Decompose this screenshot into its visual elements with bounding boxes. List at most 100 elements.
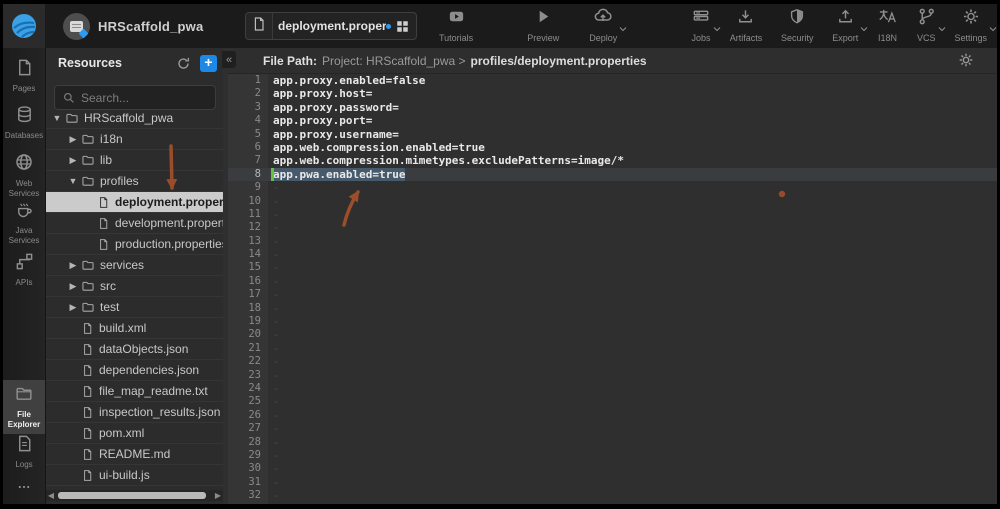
grid-icon[interactable]	[395, 19, 410, 34]
code-line-8[interactable]: app.pwa.enabled=true	[268, 168, 997, 181]
code-line-9[interactable]	[268, 181, 997, 194]
chevron-down-icon[interactable]	[988, 21, 997, 39]
tree-file-README.md[interactable]: README.md	[46, 444, 223, 465]
caret-right-icon[interactable]: ▶	[68, 281, 78, 292]
code-line-16[interactable]	[268, 275, 997, 288]
rail-item-pages[interactable]: Pages	[3, 56, 45, 94]
caret-down-icon[interactable]: ▼	[68, 176, 78, 186]
chevron-down-icon[interactable]	[618, 21, 628, 39]
code-line-28[interactable]	[268, 436, 997, 449]
code-line-18[interactable]	[268, 302, 997, 315]
security-button[interactable]: Security	[781, 9, 814, 43]
code-line-4[interactable]: app.proxy.port=	[268, 114, 997, 127]
code-line-19[interactable]	[268, 315, 997, 328]
rail-item-web-services[interactable]: Web Services	[3, 150, 45, 199]
tutorials-button[interactable]: Tutorials	[439, 9, 473, 43]
tree-file-production.properties[interactable]: production.properties	[46, 234, 223, 255]
code-line-21[interactable]	[268, 342, 997, 355]
tree-folder-HRScaffold_pwa[interactable]: ▼HRScaffold_pwa	[46, 108, 223, 129]
tree-folder-test[interactable]: ▶test	[46, 297, 223, 318]
code-line-24[interactable]	[268, 382, 997, 395]
open-file-tab[interactable]: deployment.propert...	[245, 12, 417, 40]
code-line-23[interactable]	[268, 369, 997, 382]
tree-file-inspection_results.json[interactable]: inspection_results.json	[46, 402, 223, 423]
code-line-12[interactable]	[268, 221, 997, 234]
tree-folder-services[interactable]: ▶services	[46, 255, 223, 276]
search-input[interactable]	[81, 91, 201, 105]
tree-file-file_map_readme.txt[interactable]: file_map_readme.txt	[46, 381, 223, 402]
code-line-26[interactable]	[268, 409, 997, 422]
file-icon	[97, 238, 110, 251]
code-line-13[interactable]	[268, 235, 997, 248]
code-line-22[interactable]	[268, 355, 997, 368]
scroll-left-arrow[interactable]: ◀	[46, 491, 56, 500]
rail-item-databases[interactable]: Databases	[3, 103, 45, 141]
caret-down-icon[interactable]: ▼	[52, 113, 62, 123]
code-line-20[interactable]	[268, 328, 997, 341]
preview-button[interactable]: Preview	[527, 9, 559, 43]
tree-folder-profiles[interactable]: ▼profiles	[46, 171, 223, 192]
tree-folder-lib[interactable]: ▶lib	[46, 150, 223, 171]
add-resource-button[interactable]: +	[200, 55, 217, 72]
caret-right-icon[interactable]: ▶	[68, 302, 78, 313]
project-name: HRScaffold_pwa	[98, 19, 203, 34]
code-line-14[interactable]	[268, 248, 997, 261]
caret-right-icon[interactable]: ▶	[68, 134, 78, 145]
code-lines[interactable]: app.proxy.enabled=falseapp.proxy.host=ap…	[268, 74, 997, 504]
chevron-down-icon[interactable]	[712, 21, 722, 39]
code-line-31[interactable]	[268, 476, 997, 489]
artifacts-button[interactable]: Artifacts	[730, 9, 763, 43]
tree-file-dataObjects.json[interactable]: dataObjects.json	[46, 339, 223, 360]
rail-item-more[interactable]	[3, 478, 45, 499]
code-editor[interactable]: 1234567891011121314151617181920212223242…	[228, 74, 997, 504]
tree-file-pom.xml[interactable]: pom.xml	[46, 423, 223, 444]
code-line-32[interactable]	[268, 489, 997, 502]
editor-settings-button[interactable]	[957, 51, 975, 72]
project-switcher[interactable]: HRScaffold_pwa	[63, 4, 203, 48]
code-line-3[interactable]: app.proxy.password=	[268, 101, 997, 114]
line-number: 8	[228, 168, 268, 181]
rail-item-java-services[interactable]: Java Services	[3, 198, 45, 246]
tree-file-dependencies.json[interactable]: dependencies.json	[46, 360, 223, 381]
code-line-1[interactable]: app.proxy.enabled=false	[268, 74, 997, 87]
code-line-7[interactable]: app.web.compression.mimetypes.excludePat…	[268, 154, 997, 167]
caret-right-icon[interactable]: ▶	[68, 155, 78, 166]
code-line-27[interactable]	[268, 422, 997, 435]
code-line-17[interactable]	[268, 288, 997, 301]
tree-file-ui-build.js[interactable]: ui-build.js	[46, 465, 223, 486]
code-line-10[interactable]	[268, 195, 997, 208]
folder-icon	[65, 111, 79, 125]
tree-folder-i18n[interactable]: ▶i18n	[46, 129, 223, 150]
code-line-11[interactable]	[268, 208, 997, 221]
code-line-6[interactable]: app.web.compression.enabled=true	[268, 141, 997, 154]
scrollbar-thumb[interactable]	[58, 492, 206, 499]
deploy-button[interactable]: Deploy	[589, 9, 617, 43]
export-button[interactable]: Export	[832, 9, 858, 43]
tree-file-build.xml[interactable]: build.xml	[46, 318, 223, 339]
vcs-button[interactable]: VCS	[917, 9, 936, 43]
scroll-right-arrow[interactable]: ▶	[213, 491, 223, 500]
tree-file-deployment.properties[interactable]: deployment.properties	[46, 192, 223, 213]
collapse-panel-button[interactable]: «	[222, 51, 236, 68]
refresh-button[interactable]	[174, 54, 192, 72]
rail-item-logs[interactable]: Logs	[3, 432, 45, 470]
rail-item-file-explorer[interactable]: File Explorer	[3, 380, 45, 434]
tree-file-development.properties[interactable]: development.properties	[46, 213, 223, 234]
code-line-29[interactable]	[268, 449, 997, 462]
code-line-15[interactable]	[268, 261, 997, 274]
wavemaker-logo[interactable]	[3, 4, 45, 48]
jobs-button[interactable]: Jobs	[691, 9, 711, 43]
resources-search[interactable]	[54, 85, 216, 110]
i18n-button[interactable]: I18N	[877, 9, 898, 43]
caret-right-icon[interactable]: ▶	[68, 260, 78, 271]
code-line-30[interactable]	[268, 462, 997, 475]
code-line-5[interactable]: app.proxy.username=	[268, 128, 997, 141]
rail-item-apis[interactable]: APIs	[3, 250, 45, 288]
settings-button[interactable]: Settings	[954, 9, 987, 43]
code-line-2[interactable]: app.proxy.host=	[268, 87, 997, 100]
chevron-down-icon[interactable]	[937, 21, 947, 39]
code-line-25[interactable]	[268, 395, 997, 408]
tree-folder-src[interactable]: ▶src	[46, 276, 223, 297]
tree-horizontal-scrollbar[interactable]: ◀ ▶	[46, 490, 223, 501]
chevron-down-icon[interactable]	[859, 21, 869, 39]
